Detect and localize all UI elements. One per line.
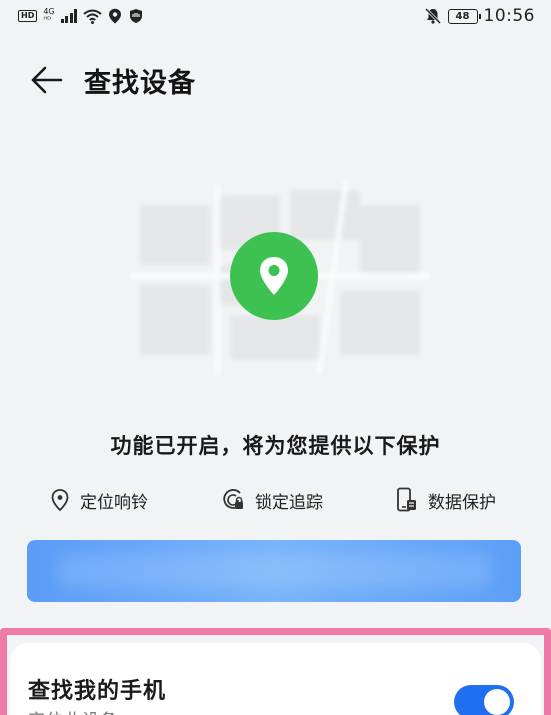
status-left: HD 4G ᴴᴰ xyxy=(18,8,144,24)
battery-icon: 48 xyxy=(447,8,481,24)
find-my-phone-toggle[interactable] xyxy=(454,685,514,715)
location-pin-outline-icon xyxy=(51,489,69,512)
shield-icon xyxy=(130,9,143,23)
signal-icon xyxy=(60,9,78,23)
back-button[interactable] xyxy=(20,54,72,106)
find-my-phone-subtitle: 定位此设备 xyxy=(28,706,118,715)
network-type-bottom: ᴴᴰ xyxy=(43,15,52,24)
toggle-knob xyxy=(484,689,510,715)
feature-data-protect: 数据保护 xyxy=(396,484,496,516)
phone-protect-icon xyxy=(397,487,416,512)
feature-label: 锁定追踪 xyxy=(255,492,323,513)
feature-label: 定位响铃 xyxy=(80,492,148,513)
clock: 10:56 xyxy=(483,6,535,26)
location-icon xyxy=(109,8,122,24)
feature-lock-track: 锁定追踪 xyxy=(221,484,323,516)
feature-list: 定位响铃 锁定追踪 数据保护 xyxy=(0,484,551,516)
feature-locate-ring: 定位响铃 xyxy=(50,484,148,516)
network-type: 4G ᴴᴰ xyxy=(43,8,54,24)
find-my-phone-title: 查找我的手机 xyxy=(28,679,167,704)
page-title: 查找设备 xyxy=(84,67,196,99)
back-arrow-icon xyxy=(31,66,63,94)
protection-headline: 功能已开启，将为您提供以下保护 xyxy=(110,434,441,458)
location-pin-badge xyxy=(230,232,318,320)
status-right: 48 10:56 xyxy=(424,6,536,26)
mute-bell-icon xyxy=(424,7,441,25)
title-bar: 查找设备 xyxy=(0,52,551,108)
primary-action-button[interactable] xyxy=(27,540,521,602)
status-bar: HD 4G ᴴᴰ 48 10:56 xyxy=(0,0,551,32)
hd-icon: HD xyxy=(18,10,38,22)
feature-label: 数据保护 xyxy=(428,492,496,513)
location-pin-icon xyxy=(260,257,288,295)
lock-track-icon xyxy=(223,489,243,509)
wifi-icon xyxy=(83,9,102,24)
